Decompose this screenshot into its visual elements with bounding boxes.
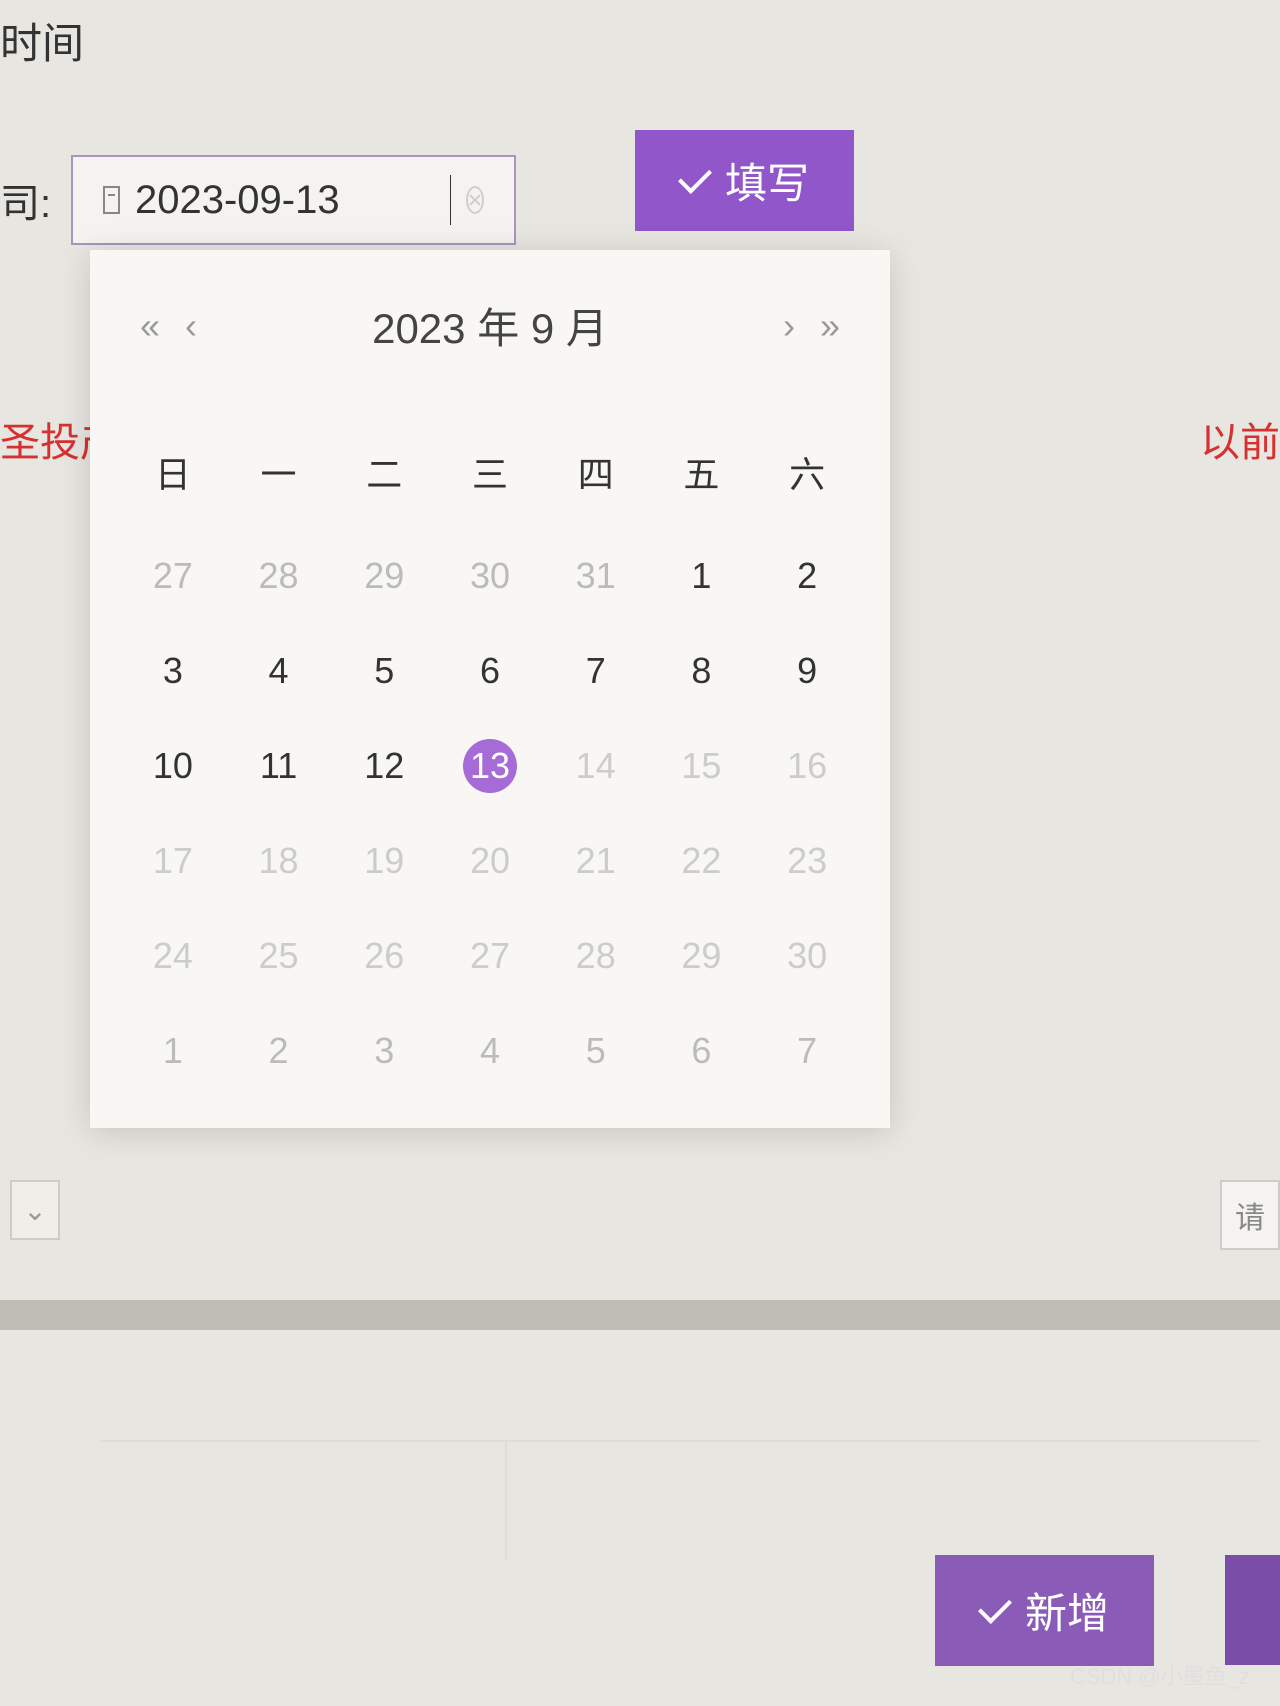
- day-cell: 15: [649, 718, 755, 813]
- calendar-header: « ‹ 2023 年 9 月 › »: [120, 295, 860, 356]
- button-stub[interactable]: [1225, 1555, 1280, 1665]
- bg-text-right: 以前: [1200, 410, 1280, 468]
- next-year-icon[interactable]: »: [820, 305, 840, 347]
- day-cell[interactable]: 1: [649, 528, 755, 623]
- day-cell: 28: [543, 908, 649, 1003]
- divider-line: [100, 1440, 1260, 1442]
- day-cell: 17: [120, 813, 226, 908]
- weekday-row: 日一二三四五六: [120, 446, 860, 498]
- vertical-divider: [505, 1440, 507, 1560]
- day-cell[interactable]: 6: [437, 623, 543, 718]
- dropdown-bg[interactable]: ⌄: [10, 1180, 60, 1240]
- fill-button[interactable]: 填写: [635, 130, 854, 231]
- day-cell[interactable]: 28: [226, 528, 332, 623]
- day-cell: 29: [649, 908, 755, 1003]
- calendar-title[interactable]: 2023 年 9 月: [372, 295, 608, 356]
- weekday-cell: 三: [437, 446, 543, 498]
- day-cell[interactable]: 2: [754, 528, 860, 623]
- watermark: CSDN @小墨鱼_z: [1070, 1659, 1250, 1691]
- prev-year-icon[interactable]: «: [140, 305, 160, 347]
- calendar-popup: « ‹ 2023 年 9 月 › » 日一二三四五六 2728293031123…: [90, 250, 890, 1128]
- text-cursor: [450, 175, 451, 225]
- day-cell[interactable]: 5: [331, 623, 437, 718]
- check-icon: [678, 160, 712, 194]
- day-cell[interactable]: 7: [754, 1003, 860, 1098]
- day-cell[interactable]: 5: [543, 1003, 649, 1098]
- new-button[interactable]: 新增: [935, 1555, 1154, 1666]
- weekday-cell: 二: [331, 446, 437, 498]
- day-cell: 25: [226, 908, 332, 1003]
- page-title: 时间: [0, 10, 84, 71]
- check-icon: [978, 1590, 1012, 1624]
- day-cell: 26: [331, 908, 437, 1003]
- day-cell: 18: [226, 813, 332, 908]
- grey-bar: [0, 1300, 1280, 1330]
- day-cell[interactable]: 12: [331, 718, 437, 813]
- day-cell[interactable]: 2: [226, 1003, 332, 1098]
- day-cell: 21: [543, 813, 649, 908]
- day-cell[interactable]: 3: [331, 1003, 437, 1098]
- weekday-cell: 日: [120, 446, 226, 498]
- weekday-cell: 四: [543, 446, 649, 498]
- day-cell: 22: [649, 813, 755, 908]
- fill-button-label: 填写: [725, 150, 809, 211]
- next-month-icon[interactable]: ›: [783, 305, 795, 347]
- day-cell: 14: [543, 718, 649, 813]
- day-cell[interactable]: 6: [649, 1003, 755, 1098]
- day-cell: 20: [437, 813, 543, 908]
- weekday-cell: 一: [226, 446, 332, 498]
- new-button-label: 新增: [1025, 1580, 1109, 1641]
- date-input-wrapper[interactable]: [71, 155, 516, 245]
- day-cell[interactable]: 31: [543, 528, 649, 623]
- day-cell[interactable]: 4: [226, 623, 332, 718]
- weekday-cell: 六: [754, 446, 860, 498]
- day-cell[interactable]: 29: [331, 528, 437, 623]
- day-cell[interactable]: 27: [120, 528, 226, 623]
- weekday-cell: 五: [649, 446, 755, 498]
- day-cell[interactable]: 9: [754, 623, 860, 718]
- day-cell: 16: [754, 718, 860, 813]
- right-input-stub[interactable]: 请: [1220, 1180, 1280, 1250]
- form-label: 司:: [0, 171, 51, 229]
- days-grid: 2728293031123456789101112131415161718192…: [120, 528, 860, 1098]
- clear-icon[interactable]: [466, 186, 484, 214]
- day-cell: 30: [754, 908, 860, 1003]
- date-form-row: 司:: [0, 155, 516, 245]
- day-cell: 23: [754, 813, 860, 908]
- nav-next-group: › »: [783, 305, 840, 347]
- prev-month-icon[interactable]: ‹: [185, 305, 197, 347]
- day-cell[interactable]: 3: [120, 623, 226, 718]
- day-cell[interactable]: 4: [437, 1003, 543, 1098]
- day-cell[interactable]: 30: [437, 528, 543, 623]
- day-cell[interactable]: 13: [437, 718, 543, 813]
- day-cell[interactable]: 11: [226, 718, 332, 813]
- date-input[interactable]: [135, 178, 395, 223]
- day-cell[interactable]: 7: [543, 623, 649, 718]
- day-cell[interactable]: 1: [120, 1003, 226, 1098]
- day-cell: 19: [331, 813, 437, 908]
- calendar-icon: [103, 186, 120, 214]
- day-cell: 24: [120, 908, 226, 1003]
- day-cell: 27: [437, 908, 543, 1003]
- day-cell[interactable]: 8: [649, 623, 755, 718]
- nav-prev-group: « ‹: [140, 305, 197, 347]
- day-cell[interactable]: 10: [120, 718, 226, 813]
